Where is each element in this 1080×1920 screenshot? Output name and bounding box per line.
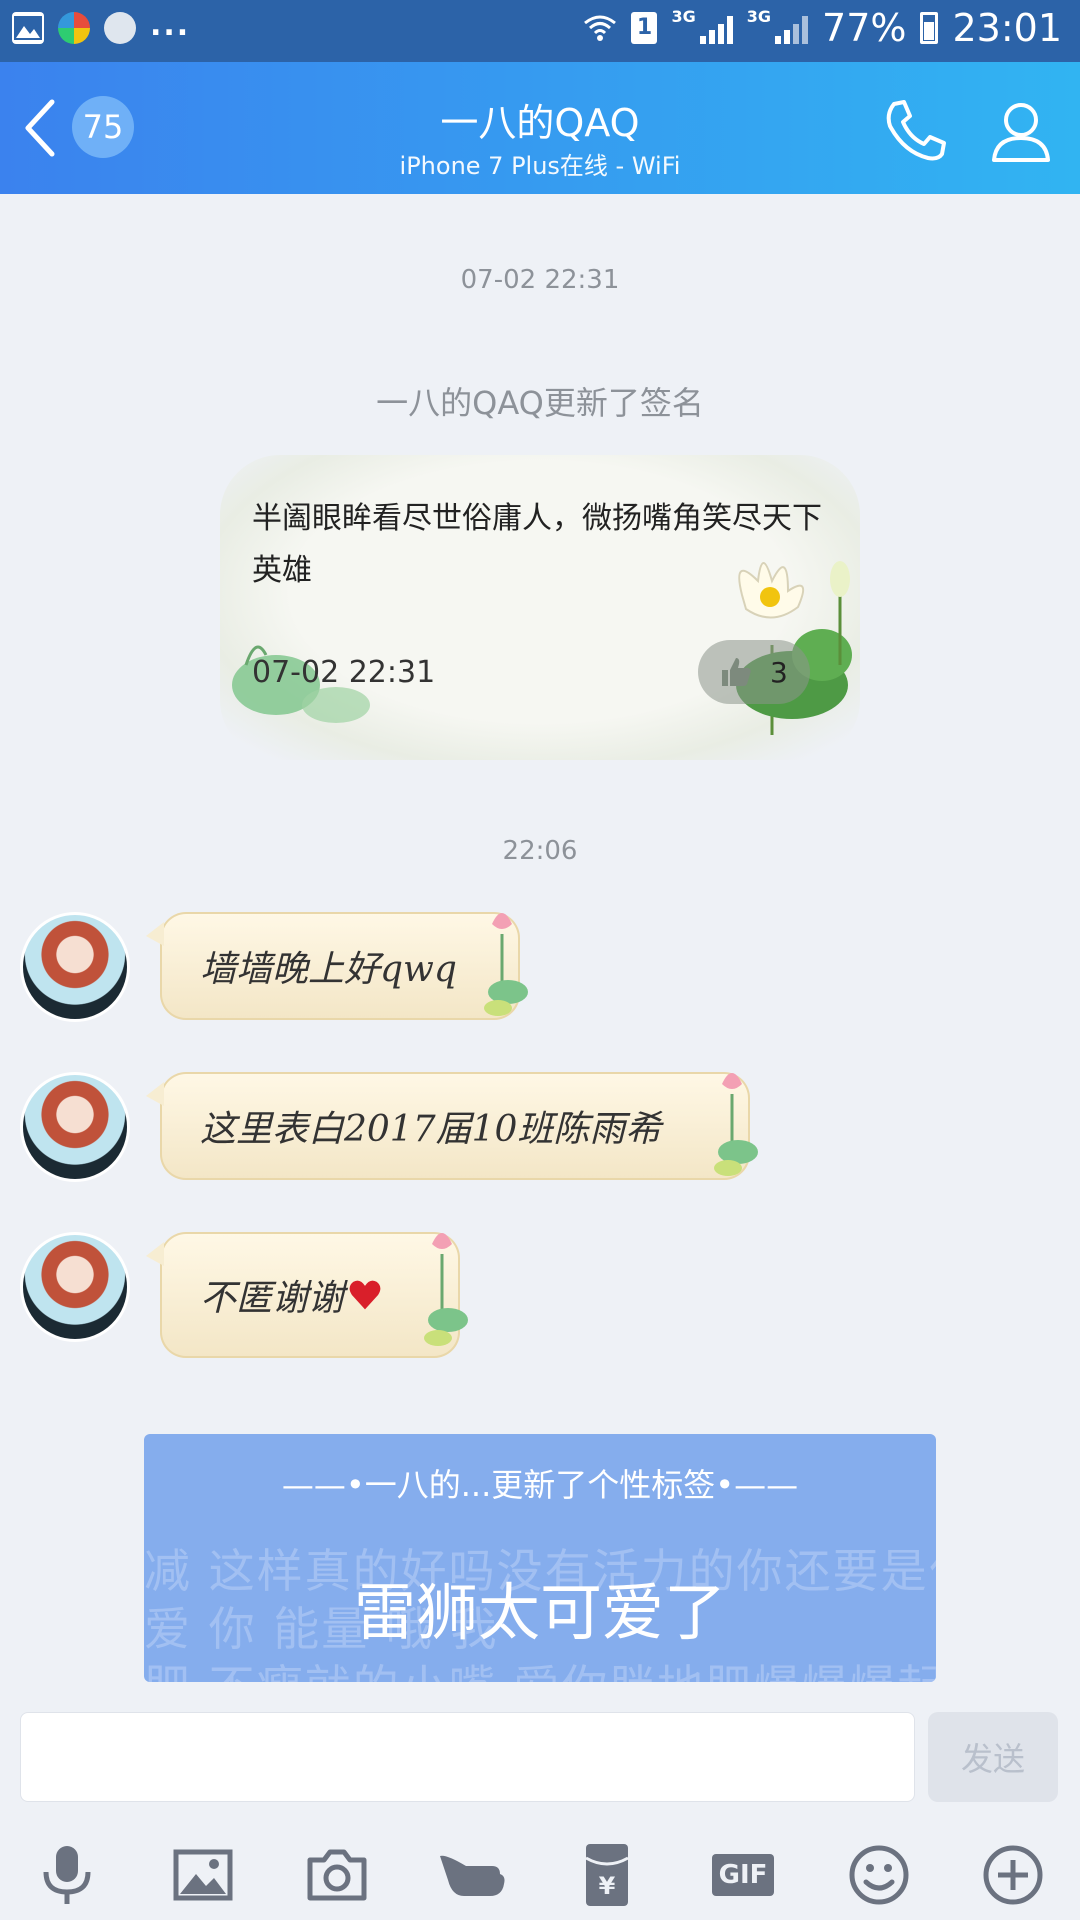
battery-icon [920,12,939,44]
lotus-bubble-decoration [714,1073,758,1176]
image-button[interactable] [168,1840,238,1910]
timestamp: 22:06 [502,836,578,866]
signature-card[interactable]: 半阖眼眸看尽世俗庸人，微扬嘴角笑尽天下英雄 07-02 22:31 3 [220,455,860,760]
emoji-button[interactable] [844,1840,914,1910]
svg-text:¥: ¥ [599,1872,616,1900]
input-toolbar: ¥ GIF [0,1830,1080,1920]
input-area: 发送 ¥ GIF [0,1700,1080,1920]
tag-card-header: ——•一八的...更新了个性标签•—— [281,1466,799,1504]
network-type-1: 3G [671,6,696,26]
phone-icon [886,100,946,161]
send-button[interactable]: 发送 [928,1712,1058,1802]
poke-button[interactable] [436,1840,506,1910]
camera-button[interactable] [302,1840,372,1910]
signal-icon-1 [699,12,733,44]
personal-tag-card[interactable]: 减 这样真的好吗没有活力的你还要是什么 爱 你 能量 哦 我 肥 不瘦就的小嘴 … [144,1434,936,1682]
message-bubble[interactable]: 不匿谢谢 [146,1232,468,1358]
chat-header: 75 一八的QAQ iPhone 7 Plus在线 - WiFi [0,62,1080,194]
message-text: 不匿谢谢 [200,1278,345,1319]
app-notification-icon [104,12,136,44]
gallery-notification-icon [12,12,44,44]
red-packet-icon: ¥ [585,1844,629,1906]
microphone-icon [43,1846,91,1904]
battery-percent: 77% [822,6,907,50]
status-bar: ... 1 3G 3G 77% 23:01 [0,0,1080,62]
sim-icon: 1 [631,12,658,44]
network-type-2: 3G [746,6,772,26]
image-icon [173,1849,233,1901]
gif-button[interactable]: GIF [708,1840,778,1910]
message-bubble[interactable]: 这里表白2017届10班陈雨希 [146,1072,758,1180]
clock: 23:01 [952,6,1062,50]
message-input[interactable] [20,1712,915,1802]
browser-notification-icon [58,12,90,44]
like-count: 3 [770,656,788,689]
gif-label: GIF [718,1860,768,1890]
tag-text: 雷狮太可爱了 [353,1576,726,1649]
status-indicators: 1 3G 3G 77% 23:01 [583,6,1062,50]
timestamp: 07-02 22:31 [460,265,620,295]
overflow-indicator: ... [150,7,191,43]
lotus-bubble-decoration [424,1233,468,1346]
heart-emoji-icon [349,1280,381,1310]
avatar[interactable] [20,1232,130,1342]
profile-button[interactable] [986,96,1056,166]
avatar[interactable] [20,912,130,1022]
like-button[interactable] [698,640,810,704]
signature-time: 07-02 22:31 [252,655,436,690]
avatar[interactable] [20,1072,130,1182]
system-notice: 一八的QAQ更新了签名 [376,384,704,422]
message-text: 这里表白2017届10班陈雨希 [200,1109,662,1150]
smiley-icon [849,1845,909,1905]
status-notifications: ... [12,8,190,44]
message-text: 墙墙晚上好qwq [200,949,457,990]
message-bubble[interactable]: 墙墙晚上好qwq [146,912,528,1020]
plus-circle-icon [983,1845,1043,1905]
signature-text: 半阖眼眸看尽世俗庸人，微扬嘴角笑尽天下英雄 [252,501,822,588]
call-button[interactable] [880,96,950,166]
wifi-icon [584,15,617,41]
camera-icon [307,1849,367,1901]
poke-hand-icon [440,1855,505,1896]
more-button[interactable] [978,1840,1048,1910]
voice-button[interactable] [32,1840,102,1910]
person-icon [992,103,1050,162]
red-packet-button[interactable]: ¥ [572,1840,642,1910]
lotus-bubble-decoration [484,913,528,1016]
thumbs-up-icon [722,658,751,686]
signal-icon-2 [775,12,809,44]
